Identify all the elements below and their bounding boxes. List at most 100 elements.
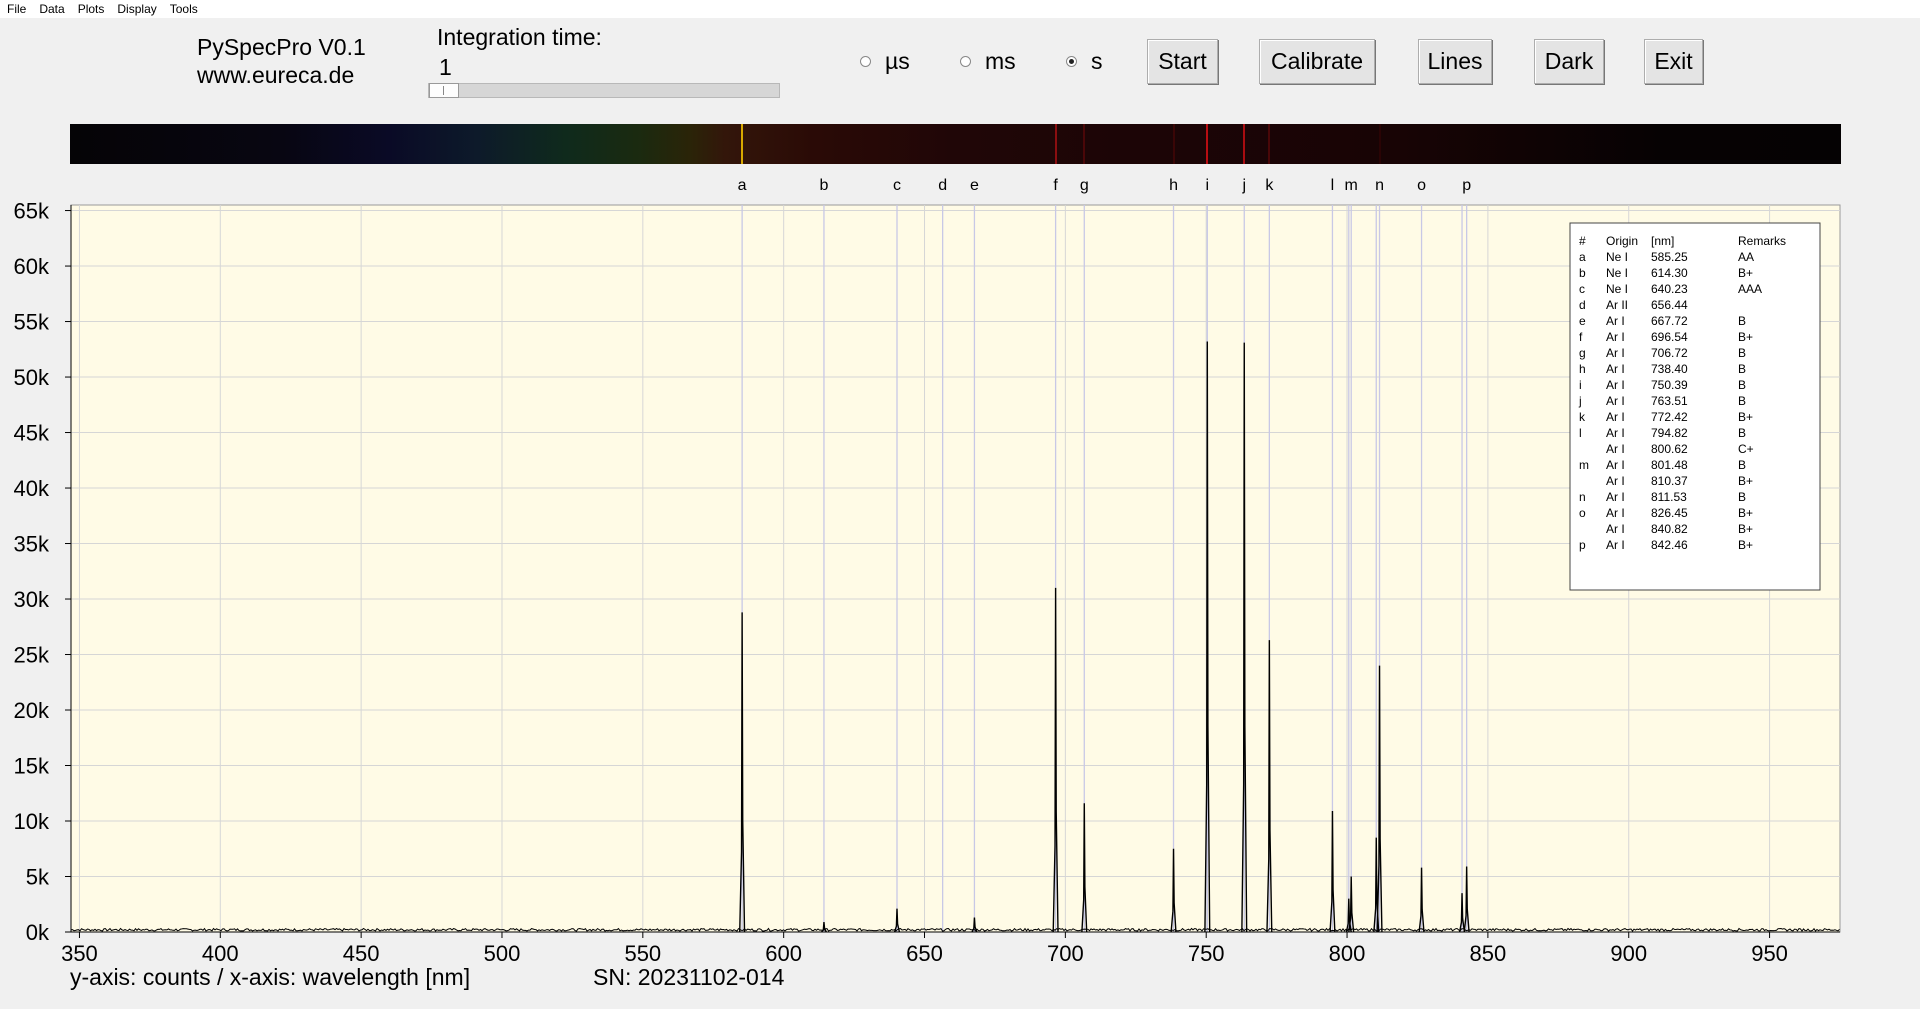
line-table-cell: Ar I <box>1606 474 1625 488</box>
line-table-cell: a <box>1579 250 1586 264</box>
line-table-cell: p <box>1579 538 1586 552</box>
x-tick-label: 700 <box>1047 941 1084 966</box>
line-table-cell: 750.39 <box>1651 378 1688 392</box>
line-table-cell: 667.72 <box>1651 314 1688 328</box>
line-table-cell: i <box>1579 378 1582 392</box>
line-table-cell: k <box>1579 410 1586 424</box>
line-table-cell: Ar II <box>1606 298 1628 312</box>
line-table-header: Remarks <box>1738 234 1786 248</box>
line-table-cell: B <box>1738 490 1746 504</box>
y-tick-label: 5k <box>26 865 50 890</box>
line-table-cell: e <box>1579 314 1586 328</box>
line-table-cell: 585.25 <box>1651 250 1688 264</box>
line-table-cell: c <box>1579 282 1585 296</box>
x-tick-label: 650 <box>906 941 943 966</box>
y-tick-label: 45k <box>14 421 50 446</box>
line-table-cell: B+ <box>1738 474 1753 488</box>
line-table-cell: 842.46 <box>1651 538 1688 552</box>
line-table-cell: 810.37 <box>1651 474 1688 488</box>
x-tick-label: 600 <box>765 941 802 966</box>
line-table-cell: Ar I <box>1606 490 1625 504</box>
marker-label: c <box>893 177 901 194</box>
line-table-cell: Ar I <box>1606 458 1625 472</box>
x-tick-label: 950 <box>1751 941 1788 966</box>
marker-label: b <box>819 177 828 194</box>
x-tick-label: 400 <box>202 941 239 966</box>
axis-caption: y-axis: counts / x-axis: wavelength [nm] <box>70 964 471 990</box>
line-table-cell: Ar I <box>1606 506 1625 520</box>
marker-label: k <box>1265 177 1274 194</box>
line-table-cell: Ar I <box>1606 330 1625 344</box>
x-tick-label: 800 <box>1329 941 1366 966</box>
y-tick-label: 30k <box>14 587 50 612</box>
line-table-cell: B+ <box>1738 266 1753 280</box>
marker-label: j <box>1241 177 1246 194</box>
marker-label: g <box>1080 177 1089 194</box>
line-table-cell: B <box>1738 394 1746 408</box>
line-table-cell: C+ <box>1738 442 1754 456</box>
line-table-cell: 801.48 <box>1651 458 1688 472</box>
line-table-cell: g <box>1579 346 1586 360</box>
x-tick-label: 500 <box>484 941 521 966</box>
line-table-cell: Ar I <box>1606 378 1625 392</box>
line-table-cell: Ar I <box>1606 442 1625 456</box>
line-table-cell: 614.30 <box>1651 266 1688 280</box>
y-tick-label: 20k <box>14 698 50 723</box>
line-table-cell: Ar I <box>1606 346 1625 360</box>
line-table-cell: B <box>1738 458 1746 472</box>
line-table-cell: d <box>1579 298 1586 312</box>
x-tick-label: 550 <box>624 941 661 966</box>
line-table-cell: B+ <box>1738 330 1753 344</box>
x-tick-label: 900 <box>1610 941 1647 966</box>
x-tick-label: 850 <box>1470 941 1507 966</box>
line-table-cell: B <box>1738 378 1746 392</box>
marker-label: d <box>938 177 947 194</box>
line-table-cell: B+ <box>1738 522 1753 536</box>
marker-label: i <box>1206 177 1210 194</box>
line-table-cell: m <box>1579 458 1589 472</box>
line-table-cell: 772.42 <box>1651 410 1688 424</box>
x-tick-label: 750 <box>1188 941 1225 966</box>
x-tick-label: 450 <box>343 941 380 966</box>
line-table-cell: 763.51 <box>1651 394 1688 408</box>
line-table-cell: 696.54 <box>1651 330 1688 344</box>
y-tick-label: 60k <box>14 254 50 279</box>
y-tick-label: 55k <box>14 310 50 335</box>
marker-label: e <box>970 177 979 194</box>
line-table-cell: B+ <box>1738 410 1753 424</box>
line-table-cell: AAA <box>1738 282 1762 296</box>
y-tick-label: 35k <box>14 532 50 557</box>
line-table-cell: 794.82 <box>1651 426 1688 440</box>
marker-label: a <box>738 177 747 194</box>
line-table-cell: 738.40 <box>1651 362 1688 376</box>
serial-number: SN: 20231102-014 <box>593 964 785 990</box>
line-table-cell: 656.44 <box>1651 298 1688 312</box>
line-table-cell: n <box>1579 490 1586 504</box>
marker-label: o <box>1417 177 1426 194</box>
line-table-cell: Ar I <box>1606 394 1625 408</box>
y-tick-label: 65k <box>14 199 50 224</box>
line-table-cell: Ar I <box>1606 522 1625 536</box>
line-table-cell: 826.45 <box>1651 506 1688 520</box>
marker-label: f <box>1053 177 1058 194</box>
line-table-cell: Ne I <box>1606 266 1628 280</box>
line-table-cell: AA <box>1738 250 1754 264</box>
line-table-cell: B <box>1738 314 1746 328</box>
marker-label: n <box>1375 177 1384 194</box>
line-table-cell: Ne I <box>1606 250 1628 264</box>
y-tick-label: 0k <box>26 920 50 945</box>
line-table-cell: B <box>1738 426 1746 440</box>
line-table-cell: Ar I <box>1606 538 1625 552</box>
line-table-cell: l <box>1579 426 1582 440</box>
line-table-cell: 706.72 <box>1651 346 1688 360</box>
y-tick-label: 40k <box>14 476 50 501</box>
line-table-cell: o <box>1579 506 1586 520</box>
line-table-header: Origin <box>1606 234 1638 248</box>
line-table-cell: j <box>1578 394 1582 408</box>
line-table-cell: h <box>1579 362 1586 376</box>
marker-label: p <box>1462 177 1471 194</box>
line-table-cell: 640.23 <box>1651 282 1688 296</box>
line-table-cell: Ar I <box>1606 410 1625 424</box>
line-table-cell: Ne I <box>1606 282 1628 296</box>
y-tick-label: 15k <box>14 754 50 779</box>
